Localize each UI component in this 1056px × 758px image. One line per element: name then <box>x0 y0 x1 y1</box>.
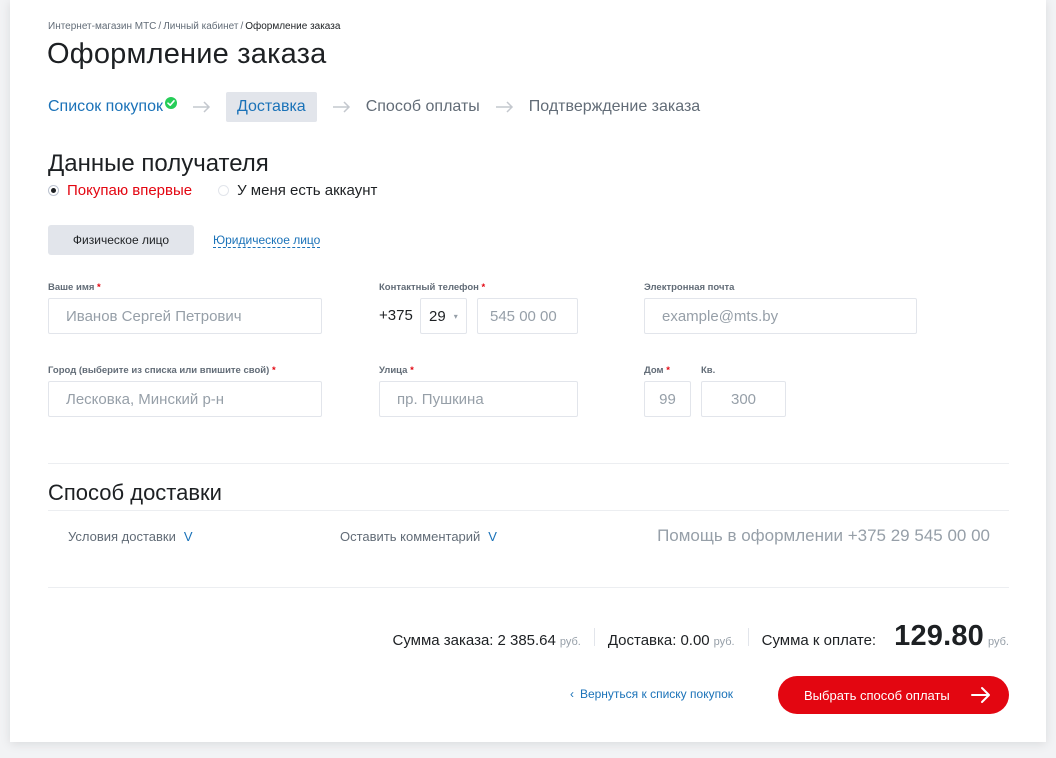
delivery-conditions-toggle[interactable]: Условия доставки V <box>68 529 193 544</box>
name-input[interactable]: Иванов Сергей Петрович <box>48 298 322 334</box>
checkout-card: Интернет-магазин МТС / Личный кабинет / Офор… <box>10 0 1046 742</box>
breadcrumb-separator: / <box>240 21 244 32</box>
step-label: Список покупок <box>48 98 163 115</box>
street-label: Улица * <box>379 365 414 376</box>
house-input[interactable]: 99 <box>644 381 691 417</box>
house-label-text: Дом <box>644 365 664 376</box>
radio-label: Покупаю впервые <box>67 182 193 199</box>
email-label: Электронная почта <box>644 282 735 293</box>
leave-comment-label: Оставить комментарий <box>340 529 481 544</box>
step-label: Доставка <box>236 98 306 115</box>
radio-first-purchase[interactable]: Покупаю впервые <box>48 182 192 199</box>
step-delivery[interactable]: Доставка <box>225 92 317 122</box>
order-totals: Сумма заказа: 2 385.64 руб. Доставка: 0.… <box>392 620 1009 653</box>
currency-label: руб. <box>988 636 1009 648</box>
leave-comment-toggle[interactable]: Оставить комментарий V <box>340 529 497 544</box>
legal-entity-link[interactable]: Юридическое лицо <box>213 233 321 248</box>
checkout-steps: Список покупок Доставка Способ оплаты По… <box>48 92 700 122</box>
name-label-text: Ваше имя <box>48 282 95 293</box>
totals-divider <box>747 627 749 646</box>
help-phone-text: Помощь в оформлении +375 29 545 00 00 <box>657 526 990 545</box>
required-mark: * <box>271 365 276 376</box>
city-label: Город (выберите из списка или впишите св… <box>48 365 276 376</box>
required-mark: * <box>97 282 101 293</box>
delivery-section-title: Способ доставки <box>48 480 222 505</box>
amount-due-label: Сумма к оплате: <box>761 632 877 649</box>
chevron-left-icon: ‹ <box>569 687 574 701</box>
required-mark: * <box>410 365 414 376</box>
phone-code-select[interactable]: 29 ▾ <box>420 298 467 334</box>
required-mark: * <box>666 365 670 376</box>
arrow-right-icon <box>332 101 351 113</box>
phone-label: Контактный телефон * <box>379 282 485 293</box>
breadcrumb-separator: / <box>158 21 162 32</box>
name-label: Ваше имя * <box>48 282 101 293</box>
individual-tab-button[interactable]: Физическое лицо <box>48 225 194 255</box>
house-label: Дом * <box>644 365 670 376</box>
arrow-right-icon <box>971 686 991 707</box>
email-input[interactable]: example@mts.by <box>644 298 917 334</box>
delivery-conditions-label: Условия доставки <box>68 529 176 544</box>
delivery-cost-value: 0.00 <box>680 632 710 649</box>
amount-due-value: 129.80 <box>894 620 985 652</box>
radio-dot <box>48 185 59 196</box>
customer-type-radios: Покупаю впервые У меня есть аккаунт <box>48 182 377 199</box>
phone-code-value: 29 <box>429 307 446 325</box>
choose-payment-button[interactable]: Выбрать способ оплаты <box>778 676 1009 714</box>
section-divider <box>48 587 1009 588</box>
recipient-section-title: Данные получателя <box>48 150 269 177</box>
street-input[interactable]: пр. Пушкина <box>379 381 578 417</box>
phone-label-text: Контактный телефон <box>379 282 479 293</box>
arrow-right-icon <box>495 101 514 113</box>
chevron-down-icon: ▾ <box>453 311 458 321</box>
step-shopping-list[interactable]: Список покупок <box>48 97 177 116</box>
order-sum-label: Сумма заказа: <box>392 632 494 649</box>
step-label: Способ оплаты <box>365 98 480 115</box>
step-payment-method: Способ оплаты <box>366 98 480 116</box>
city-input[interactable]: Лесковка, Минский р-н <box>48 381 322 417</box>
choose-payment-label: Выбрать способ оплаты <box>804 687 950 703</box>
section-divider <box>48 510 1009 511</box>
back-link-label: Вернуться к списку покупок <box>579 687 733 701</box>
phone-country-prefix: +375 <box>379 307 413 324</box>
section-divider <box>48 463 1009 464</box>
order-sum-value: 2 385.64 <box>497 632 556 649</box>
radio-label: У меня есть аккаунт <box>237 182 378 199</box>
chevron-down-icon: V <box>183 529 193 544</box>
back-to-cart-link[interactable]: ‹ Вернуться к списку покупок <box>570 687 733 701</box>
step-label: Подтверждение заказа <box>528 98 701 115</box>
currency-label: руб. <box>559 636 581 648</box>
currency-label: руб. <box>713 636 735 648</box>
breadcrumb-link-account[interactable]: Личный кабинет <box>163 21 238 32</box>
breadcrumb-link-store[interactable]: Интернет-магазин МТС <box>48 21 156 32</box>
radio-dot <box>218 185 230 196</box>
breadcrumb: Интернет-магазин МТС / Личный кабинет / Офор… <box>48 21 340 32</box>
page-title: Оформление заказа <box>47 38 327 70</box>
chevron-down-icon: V <box>488 529 497 544</box>
city-label-text: Город (выберите из списка или впишите св… <box>48 365 270 376</box>
breadcrumb-current: Оформление заказа <box>245 21 341 32</box>
check-circle-icon <box>164 97 177 109</box>
street-label-text: Улица <box>379 365 408 376</box>
phone-number-input[interactable]: 545 00 00 <box>477 298 578 334</box>
arrow-right-icon <box>192 101 211 113</box>
step-order-confirmation: Подтверждение заказа <box>529 98 700 116</box>
required-mark: * <box>481 282 486 293</box>
delivery-cost-label: Доставка: <box>607 632 677 649</box>
apartment-label: Кв. <box>701 365 716 376</box>
totals-divider <box>593 627 595 646</box>
radio-have-account[interactable]: У меня есть аккаунт <box>218 182 377 199</box>
apartment-input[interactable]: 300 <box>701 381 786 417</box>
